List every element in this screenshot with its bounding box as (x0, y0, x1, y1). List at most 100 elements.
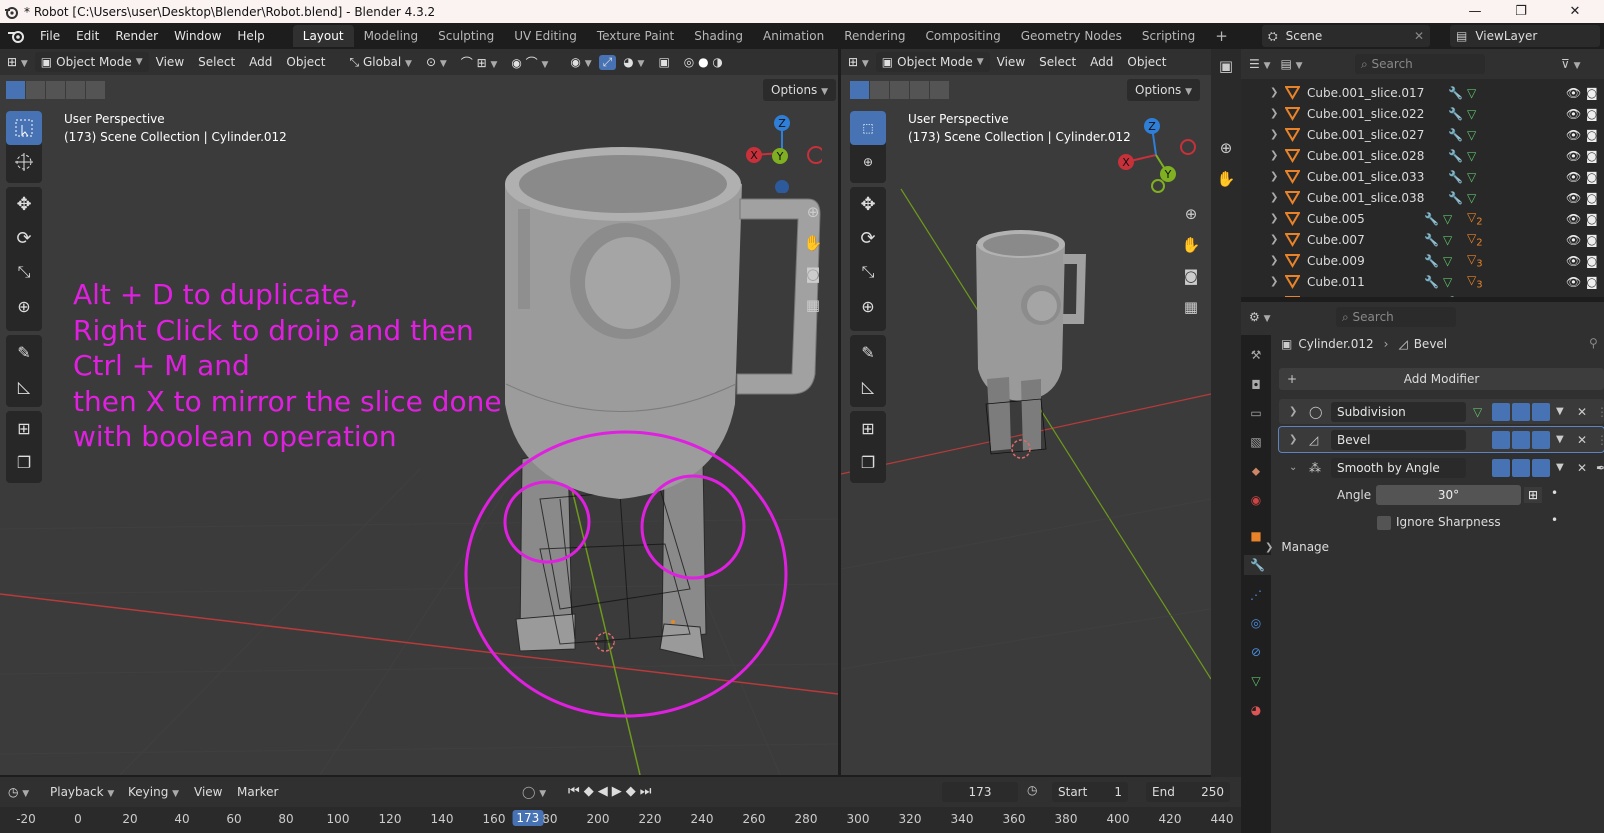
autokey-icon[interactable]: ◯ ▼ (522, 781, 546, 803)
ignore-sharpness-checkbox[interactable] (1377, 516, 1391, 530)
material-icon[interactable]: ▽2 (1467, 231, 1483, 248)
render-camera-icon[interactable]: ◙ (1586, 233, 1598, 247)
outliner-item-name[interactable]: Cube.011 (1307, 275, 1365, 289)
dropdown-icon[interactable]: ▼ (1556, 462, 1564, 473)
eye-icon[interactable]: 👁 (1566, 296, 1581, 298)
render-camera-icon[interactable]: ◙ (1586, 128, 1598, 142)
particles-tab-icon[interactable]: ⋰ (1246, 585, 1266, 605)
mesh-data-icon[interactable]: ▽ (1467, 170, 1476, 184)
tab-compositing[interactable]: Compositing (915, 25, 1010, 47)
editor-type-icon[interactable]: ⊞ ▼ (0, 55, 35, 69)
mesh-data-icon[interactable]: ▽ (1467, 149, 1476, 163)
move-tool-right[interactable]: ✥ (850, 187, 886, 221)
data-tab-icon[interactable]: ▽ (1246, 671, 1266, 691)
keyframe-dot-icon[interactable]: • (1551, 513, 1558, 527)
eye-icon[interactable]: 👁 (1566, 275, 1581, 289)
angle-field[interactable]: 30° (1376, 485, 1521, 505)
object-mode-dropdown-right[interactable]: ▣ Object Mode ▼ (875, 52, 990, 72)
visibility-icon[interactable]: ◉ ▼ (563, 55, 598, 69)
navigation-gizmo-right[interactable]: Z X Y (1116, 115, 1196, 195)
editor-type-icon-right[interactable]: ⊞ ▼ (841, 55, 876, 69)
menu-select-right[interactable]: Select (1032, 55, 1083, 69)
modifier-wrench-icon[interactable]: 🔧 (1424, 275, 1439, 289)
viewport-toggle-icon[interactable] (1512, 430, 1530, 449)
eye-icon[interactable]: 👁 (1566, 233, 1581, 247)
outliner-row[interactable]: ❯ Cube.005 🔧 ▽ ▽2 👁 ◙ (1241, 208, 1604, 229)
select-new-icon-right[interactable] (850, 81, 869, 99)
menu-file[interactable]: File (32, 25, 68, 47)
modifier-name[interactable]: Subdivision (1331, 401, 1466, 422)
outliner-item-name[interactable]: Cube.005 (1307, 212, 1365, 226)
select-box-tool-right[interactable]: ⬚ (850, 111, 886, 145)
options-dropdown[interactable]: Options ▼ (763, 79, 837, 101)
timeline-editor-icon[interactable]: ◷ ▼ (8, 781, 29, 803)
outliner-row[interactable]: ❯Cube.013🔧▽👁◙ (1241, 292, 1604, 297)
material-icon[interactable]: ▽3 (1467, 252, 1483, 269)
filter-icon[interactable]: ⊽ ▼ (1561, 57, 1581, 71)
display-mode-icon[interactable]: ▤ ▼ (1281, 57, 1303, 71)
menu-keying[interactable]: Keying ▼ (128, 781, 179, 803)
eye-icon[interactable]: 👁 (1566, 212, 1581, 226)
pin-icon[interactable]: ✕ (1414, 29, 1424, 43)
eye-icon[interactable]: 👁 (1566, 107, 1581, 121)
outliner-item-name[interactable]: Cube.001_slice.033 (1307, 170, 1424, 184)
menu-edit[interactable]: Edit (68, 25, 107, 47)
render-camera-icon[interactable]: ◙ (1586, 149, 1598, 163)
world-tab-icon[interactable]: ◉ (1246, 490, 1266, 510)
render-tab-icon[interactable]: ◘ (1246, 375, 1266, 395)
outliner-item-name[interactable]: Cube.009 (1307, 254, 1365, 268)
drag-handle-icon[interactable]: ⋮⋮ (1596, 405, 1604, 419)
eye-icon[interactable]: 👁 (1566, 170, 1581, 184)
expand-icon[interactable]: ❯ (1270, 171, 1278, 182)
properties-search[interactable]: ⌕ Search (1336, 307, 1456, 327)
editmode-toggle-icon[interactable] (1492, 430, 1510, 449)
object-mode-dropdown[interactable]: ▣ Object Mode ▼ (34, 52, 149, 72)
viewport-right[interactable]: ⊞ ▼ ▣ Object Mode ▼ View Select Add Object… (841, 49, 1211, 775)
cursor-tool-right[interactable]: ⊕ (850, 145, 886, 179)
expand-icon[interactable]: ❯ (1270, 87, 1278, 98)
overlay-icon[interactable]: ◕ ▼ (616, 55, 651, 69)
render-camera-icon[interactable]: ◙ (1586, 212, 1598, 226)
navigation-gizmo[interactable]: Z X Y (742, 113, 822, 193)
modifier-smooth-by-angle[interactable]: ⌄ ⁂ Smooth by Angle ▼ ✕ ✒ (1279, 455, 1604, 480)
pan-hand-icon-strip[interactable]: ✋ (1213, 166, 1239, 192)
cursor-tool[interactable] (6, 145, 42, 179)
outliner-row[interactable]: ❯ Cube.001_slice.028 🔧 ▽ 👁 ◙ (1241, 145, 1604, 166)
menu-window[interactable]: Window (166, 25, 229, 47)
manage-panel[interactable]: ❯ Manage (1265, 540, 1329, 554)
end-frame-field[interactable]: End 250 (1146, 782, 1230, 802)
viewport-left[interactable]: ⊞ ▼ ▣ Object Mode ▼ View Select Add Object… (0, 49, 838, 775)
tab-scripting[interactable]: Scripting (1132, 25, 1205, 47)
zoom-icon[interactable]: ⊕ (800, 199, 826, 225)
modifier-wrench-icon[interactable]: 🔧 (1424, 233, 1439, 247)
modifier-wrench-icon[interactable]: 🔧 (1448, 107, 1463, 121)
menu-object-right[interactable]: Object (1120, 55, 1173, 69)
expand-icon[interactable]: ❯ (1270, 234, 1278, 245)
tab-layout[interactable]: Layout (292, 25, 354, 47)
modifier-wrench-icon[interactable]: 🔧 (1424, 254, 1439, 268)
material-icon[interactable]: ▽3 (1467, 273, 1483, 290)
select-invert-icon-right[interactable] (910, 81, 929, 99)
menu-marker[interactable]: Marker (237, 781, 278, 803)
mesh-data-icon[interactable]: ▽ (1443, 212, 1452, 226)
eye-icon[interactable]: 👁 (1566, 191, 1581, 205)
select-box-tool[interactable] (6, 111, 42, 145)
expand-icon[interactable]: ❯ (1270, 213, 1278, 224)
render-camera-icon[interactable]: ◙ (1586, 296, 1598, 298)
camera-icon-right[interactable]: ◙ (1178, 263, 1204, 289)
expand-icon[interactable]: ❯ (1270, 108, 1278, 119)
blender-menu-icon[interactable] (6, 28, 26, 44)
outliner-row[interactable]: ❯ Cube.001_slice.033 🔧 ▽ 👁 ◙ (1241, 166, 1604, 187)
tab-uv-editing[interactable]: UV Editing (504, 25, 587, 47)
view-layer-tab-icon[interactable]: ▧ (1246, 432, 1266, 452)
measure-tool[interactable]: ◺ (6, 369, 42, 403)
eye-icon[interactable]: 👁 (1566, 254, 1581, 268)
rotate-tool-right[interactable]: ⟳ (850, 221, 886, 255)
expand-icon[interactable]: ❯ (1289, 434, 1297, 445)
camera-icon[interactable]: ◙ (800, 261, 826, 287)
viewport-toggle-icon[interactable] (1512, 402, 1530, 421)
modifier-wrench-icon[interactable]: 🔧 (1424, 212, 1439, 226)
selection-mode-buttons-right[interactable] (850, 81, 949, 99)
pan-hand-icon[interactable]: ✋ (800, 230, 826, 256)
scene-tab-icon[interactable]: ⬥ (1246, 461, 1266, 481)
